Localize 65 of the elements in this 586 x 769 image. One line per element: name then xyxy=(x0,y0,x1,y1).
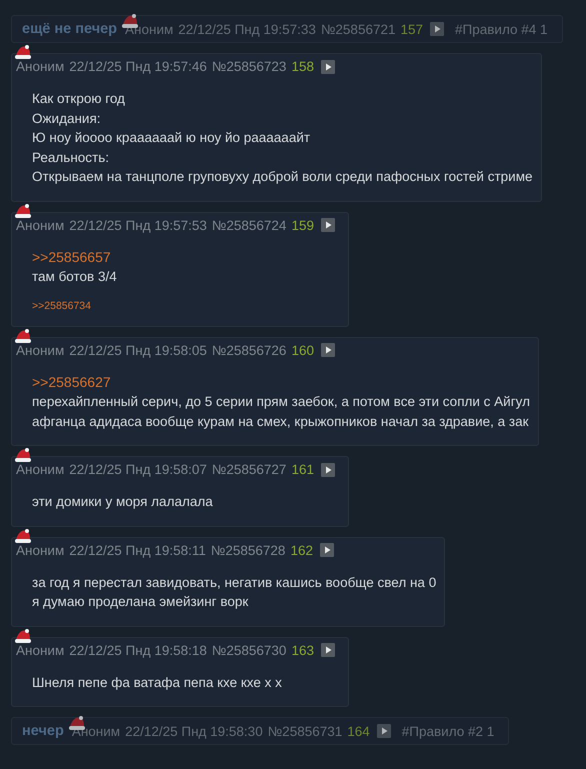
quote-link[interactable]: >>25856627 xyxy=(32,372,530,392)
author-name: Аноним xyxy=(16,59,64,74)
author-name: Аноним xyxy=(16,642,64,658)
post-text: Как открою год xyxy=(32,90,126,108)
post-number-link[interactable]: №25856731 xyxy=(268,724,342,738)
santa-hat-icon xyxy=(14,528,32,544)
post-number-link[interactable]: №25856728 xyxy=(210,542,286,558)
post-index: 160 xyxy=(291,342,314,358)
play-icon[interactable] xyxy=(376,724,391,738)
post-number-link[interactable]: №25856726 xyxy=(212,342,286,358)
post-text: Ю ноу йоооо краааааай ю ноу йо раааааайт xyxy=(32,129,312,147)
santa-hat-icon xyxy=(68,714,86,730)
author-name: Аноним xyxy=(16,462,64,477)
post-text: перехайпленный серич, до 5 серии прям заебок, а потом все эти сопли с Айгул xyxy=(32,393,530,411)
santa-hat-icon xyxy=(14,202,32,218)
post-text: я думаю проделана эмейзинг ворк xyxy=(32,593,250,611)
post-text: Реальность: xyxy=(32,148,110,166)
play-icon[interactable] xyxy=(320,60,335,74)
author-name: Аноним xyxy=(16,542,64,558)
post-title: нечер xyxy=(22,723,64,739)
post-date: 22/12/25 Пнд 19:58:07 xyxy=(69,462,207,477)
post-text: эти домики у моря лалалала xyxy=(32,493,214,511)
reply-link[interactable]: >>25856734 xyxy=(32,300,91,312)
post-date: 22/12/25 Пнд 19:57:33 xyxy=(178,22,316,36)
play-icon[interactable] xyxy=(320,643,335,657)
post-date: 22/12/25 Пнд 19:57:53 xyxy=(69,218,207,232)
santa-hat-icon xyxy=(14,328,32,344)
play-icon[interactable] xyxy=(320,543,334,557)
santa-hat-icon xyxy=(14,447,32,463)
play-icon[interactable] xyxy=(320,462,335,476)
post-number-link[interactable]: №25856727 xyxy=(212,462,286,477)
post-title: ещё не печер xyxy=(22,21,118,37)
post-date: 22/12/25 Пнд 19:58:18 xyxy=(69,642,207,658)
post-number-link[interactable]: №25856723 xyxy=(212,59,286,74)
santa-hat-icon xyxy=(121,12,140,28)
post-text: за год я перестал завидовать, негатив кашись вообще свел на 0 xyxy=(32,574,436,592)
post-index: 162 xyxy=(290,542,313,558)
post-date: 22/12/25 Пнд 19:58:30 xyxy=(125,724,263,738)
post-index: 161 xyxy=(291,462,314,477)
play-icon[interactable] xyxy=(320,218,335,232)
play-icon[interactable] xyxy=(320,343,335,357)
post-text: Шнеля пепе фа ватафа пепа кхе кхе х х xyxy=(32,674,283,692)
post-date: 22/12/25 Пнд 19:58:11 xyxy=(69,542,206,558)
post-text: Открываем на танцполе груповуху доброй воли среди пафосных гостей стриме xyxy=(32,168,532,186)
post-index: 164 xyxy=(347,724,370,738)
hide-reason: #Правило #4 1 xyxy=(455,22,548,36)
post-number-link[interactable]: №25856730 xyxy=(212,642,286,658)
santa-hat-icon xyxy=(14,628,32,644)
post-text: там ботов 3/4 xyxy=(32,268,118,286)
santa-hat-icon xyxy=(14,44,32,60)
post-index: 159 xyxy=(291,218,314,232)
post-index: 157 xyxy=(400,22,424,36)
post-date: 22/12/25 Пнд 19:58:05 xyxy=(69,342,207,358)
author-name: Аноним xyxy=(16,342,64,358)
hide-reason: #Правило #2 1 xyxy=(402,724,494,738)
post-text: афганца адидаса вообще курам на смех, крыжопников начал за здравие, а зак xyxy=(32,412,530,431)
post-text: Ожидания: xyxy=(32,110,102,128)
post-index: 163 xyxy=(291,642,314,658)
author-name: Аноним xyxy=(16,218,64,232)
play-icon[interactable] xyxy=(430,22,444,36)
post-number-link[interactable]: №25856721 xyxy=(320,22,396,36)
post-date: 22/12/25 Пнд 19:57:46 xyxy=(69,59,207,74)
post-number-link[interactable]: №25856724 xyxy=(212,218,286,232)
quote-link[interactable]: >>25856657 xyxy=(32,248,340,267)
post-index: 158 xyxy=(291,59,314,74)
